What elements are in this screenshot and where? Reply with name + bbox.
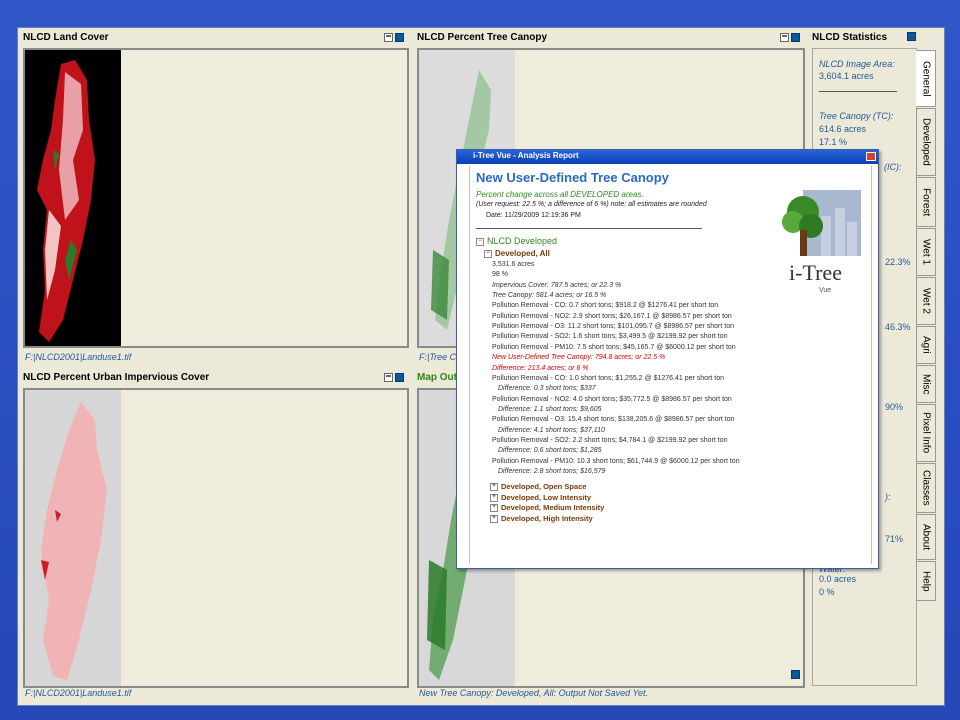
tree-canopy-label: Tree Canopy (TC): [819, 111, 894, 121]
stat-value-1: 22.3% [885, 257, 911, 267]
report-line: Difference: 4.1 short tons; $37,110 [498, 426, 605, 434]
report-line: Pollution Removal - O3: 11.2 short tons;… [492, 323, 735, 331]
report-line: Difference: 1.1 short tons; $9,605 [498, 405, 602, 413]
tab-wet-1[interactable]: Wet 1 [916, 228, 936, 276]
report-line: Pollution Removal - CO: 0.7 short tons; … [492, 302, 719, 310]
map-output-status: New Tree Canopy: Developed, All: Output … [419, 688, 648, 698]
tab-forest[interactable]: Forest [916, 177, 936, 227]
window-restore-icon[interactable] [384, 33, 393, 42]
report-line: Impervious Cover: 787.5 acres; or 22.3 % [492, 281, 622, 289]
window-restore-icon[interactable] [780, 33, 789, 42]
report-line: Pollution Removal - PM10: 10.3 short ton… [492, 457, 740, 465]
report-line: Difference: 0.3 short tons; $337 [498, 385, 596, 393]
report-scrollbar[interactable] [872, 164, 878, 568]
save-icon[interactable] [791, 33, 800, 42]
report-line: 3,531.6 acres [492, 261, 535, 268]
tab-pixel-info[interactable]: Pixel Info [916, 404, 936, 462]
impervious-panel: NLCD Percent Urban Impervious Cover F:|N… [19, 370, 410, 704]
tree-canopy-acres: 614.6 acres [819, 124, 867, 134]
report-window-title: i-Tree Vue - Analysis Report [473, 151, 579, 160]
tab-developed[interactable]: Developed [916, 108, 936, 176]
report-heading: New User-Defined Tree Canopy [476, 170, 669, 185]
impervious-label: (IC): [884, 162, 902, 172]
water-acres: 0.0 acres [819, 574, 857, 584]
land-cover-path: F:|NLCD2001|Landuse1.tif [25, 352, 132, 362]
node-developed-sub[interactable]: + Developed, Open Space [490, 482, 586, 492]
report-line: Pollution Removal - O3: 15.4 short tons;… [492, 416, 735, 424]
land-cover-image [25, 50, 121, 346]
tab-about[interactable]: About [916, 514, 936, 560]
report-request: (User request: 22.5 %; a difference of 6… [476, 201, 707, 208]
land-cover-map[interactable] [23, 48, 409, 348]
land-cover-title: NLCD Land Cover [23, 32, 109, 43]
tree-canopy-path: F:|Tree Ca [419, 352, 462, 362]
report-line: Difference: 0.6 short tons; $1,285 [498, 447, 602, 455]
water-pct: 0 % [819, 587, 835, 597]
save-icon[interactable] [395, 33, 404, 42]
report-body: New User-Defined Tree Canopy Percent cha… [469, 166, 872, 564]
report-line: Pollution Removal - NO2: 2.9 short tons;… [492, 312, 732, 320]
report-subheading: Percent change across all DEVELOPED area… [476, 190, 644, 199]
stat-value-3: 90% [885, 402, 904, 412]
report-line: Pollution Removal - SO2: 1.6 short tons;… [492, 333, 728, 341]
image-area-label: NLCD Image Area: [819, 59, 895, 69]
statistics-title: NLCD Statistics [812, 32, 888, 43]
land-cover-panel: NLCD Land Cover F:|NLCD2001|Landuse1.tif [19, 30, 410, 364]
stat-value-5: 71% [885, 534, 904, 544]
tab-help[interactable]: Help [916, 561, 936, 601]
save-icon[interactable] [395, 373, 404, 382]
report-line: 98 % [492, 271, 508, 279]
impervious-title: NLCD Percent Urban Impervious Cover [23, 372, 210, 383]
tree-canopy-pct: 17.1 % [819, 137, 848, 147]
node-developed-sub[interactable]: + Developed, Medium Intensity [490, 503, 604, 513]
report-line: Pollution Removal - PM10: 7.5 short tons… [492, 343, 736, 351]
close-icon[interactable] [866, 152, 876, 161]
print-icon[interactable] [907, 32, 916, 41]
window-restore-icon[interactable] [384, 373, 393, 382]
node-developed-sub[interactable]: + Developed, High Intensity [490, 514, 593, 523]
image-area-value: 3,604.1 acres [819, 71, 874, 81]
report-line: Tree Canopy: 581.4 acres; or 16.5 % [492, 292, 607, 300]
impervious-path: F:|NLCD2001|Landuse1.tif [25, 688, 132, 698]
svg-text:Vue: Vue [819, 287, 831, 294]
report-titlebar[interactable]: i-Tree Vue - Analysis Report [457, 150, 878, 164]
section-nlcd-developed[interactable]: − NLCD Developed [476, 236, 557, 246]
svg-text:i-Tree: i-Tree [789, 260, 842, 285]
analysis-report-dialog[interactable]: i-Tree Vue - Analysis Report New User-De… [456, 149, 879, 569]
tab-classes[interactable]: Classes [916, 463, 936, 513]
report-line: New User-Defined Tree Canopy: 794.8 acre… [492, 354, 666, 362]
itree-logo: i-Tree Vue [781, 186, 863, 296]
tab-general[interactable]: General [916, 50, 936, 107]
tab-misc[interactable]: Misc [916, 365, 936, 403]
stat-label-4: ): [885, 492, 891, 502]
report-line: Pollution Removal - SO2: 2.2 short tons;… [492, 436, 728, 444]
tree-logo-icon: i-Tree Vue [782, 190, 861, 294]
report-line: Difference: 213.4 acres; or 6 % [492, 364, 589, 372]
tab-agri[interactable]: Agri [916, 326, 936, 364]
node-developed-sub[interactable]: + Developed, Low Intensity [490, 493, 591, 502]
report-line: Pollution Removal - CO: 1.0 short tons; … [492, 374, 725, 382]
report-date: Date: 11/29/2009 12:19:36 PM [486, 212, 581, 219]
report-line: Difference: 2.8 short tons; $16,579 [498, 468, 606, 475]
tree-canopy-title: NLCD Percent Tree Canopy [417, 32, 548, 43]
tab-wet-2[interactable]: Wet 2 [916, 277, 936, 325]
report-line: Pollution Removal - NO2: 4.0 short tons;… [492, 395, 732, 403]
scroll-icon[interactable] [791, 670, 800, 679]
impervious-map[interactable] [23, 388, 409, 688]
impervious-image [25, 390, 121, 686]
stat-value-2: 46.3% [885, 322, 911, 332]
node-developed-all[interactable]: − Developed, All [484, 249, 550, 258]
